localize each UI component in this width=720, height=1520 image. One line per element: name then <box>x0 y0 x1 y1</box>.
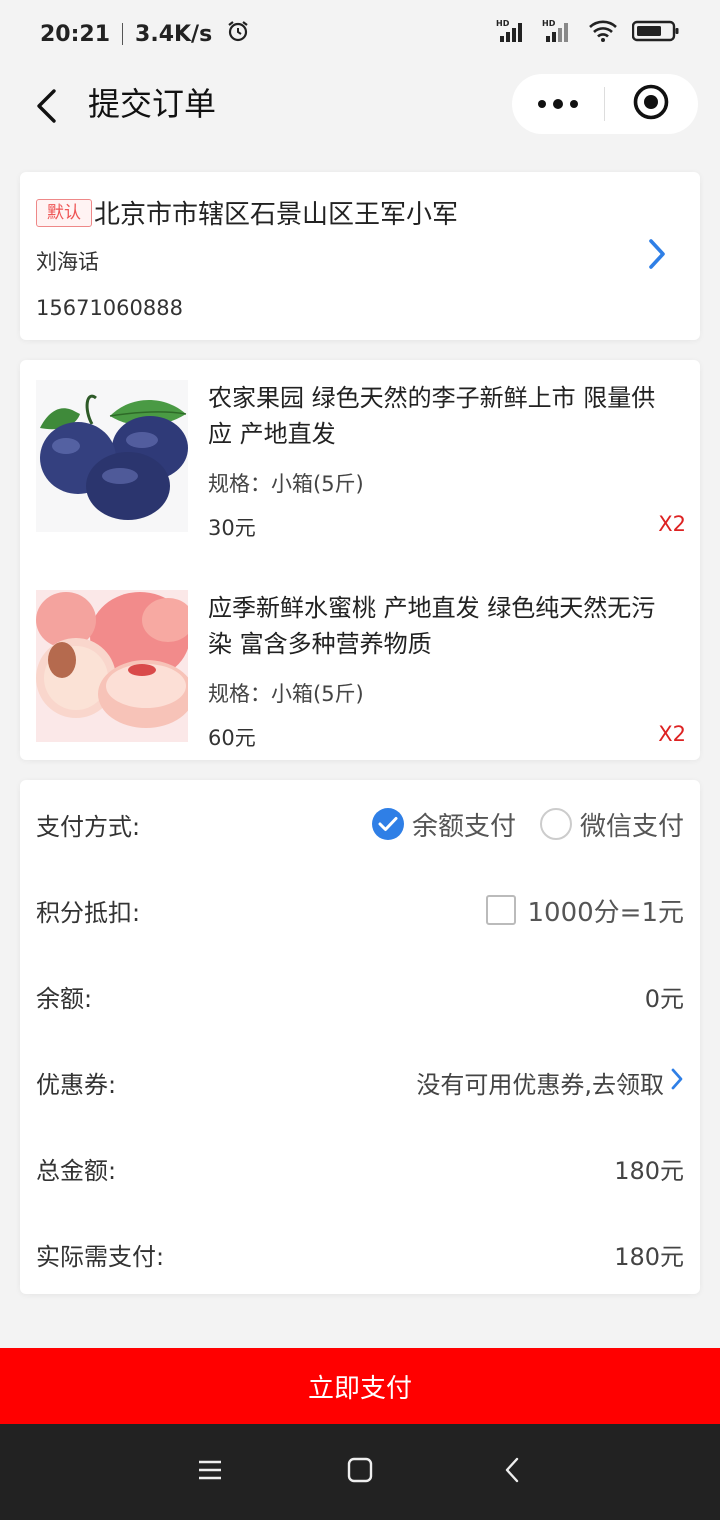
wifi-icon <box>588 19 618 49</box>
recipient-name: 刘海话 <box>36 250 99 274</box>
more-dots-icon <box>538 100 546 108</box>
radio-wechat-label: 微信支付 <box>579 811 684 842</box>
goods-card: 农家果园 绿色天然的李子新鲜上市 限量供应 产地直发 规格：小箱(5斤) 30元… <box>20 360 700 760</box>
points-row: 积分抵扣: 1000分=1元 <box>36 890 684 930</box>
points-rate: 1000分=1元 <box>527 897 685 928</box>
radio-balance-pay[interactable]: 余额支付 <box>371 806 516 843</box>
target-circle-icon <box>632 83 670 125</box>
recipient-phone: 15671060888 <box>36 296 183 320</box>
goods-price: 30元 <box>208 516 256 540</box>
payment-method-options: 余额支付 微信支付 <box>348 806 684 843</box>
mini-program-capsule <box>512 74 698 134</box>
battery-icon <box>631 19 680 49</box>
points-label: 积分抵扣: <box>36 898 141 927</box>
default-badge: 默认 <box>36 198 92 227</box>
balance-value-wrap: 0元 <box>645 979 684 1014</box>
back-button[interactable] <box>28 86 64 130</box>
status-bar: 20:21 3.4K/s HD HD <box>0 0 720 68</box>
home-square-icon <box>347 1457 373 1487</box>
radio-wechat-pay[interactable]: 微信支付 <box>539 806 684 843</box>
balance-row: 余额: 0元 <box>36 976 684 1016</box>
address-line: 默认 北京市市辖区石景山区王军小军 <box>36 194 458 231</box>
nav-bar: 提交订单 <box>0 68 720 148</box>
coupon-label: 优惠券: <box>36 1070 117 1099</box>
coupon-value-wrap: 没有可用优惠券,去领取 <box>416 1065 684 1100</box>
plums-image <box>36 380 188 532</box>
points-checkbox[interactable] <box>485 895 516 925</box>
menu-icon <box>197 1459 223 1485</box>
empty-circle-icon <box>539 808 572 840</box>
total-value-wrap: 180元 <box>614 1151 684 1186</box>
coupon-value: 没有可用优惠券,去领取 <box>416 1070 664 1099</box>
goods-title: 应季新鲜水蜜桃 产地直发 绿色纯天然无污染 富含多种营养物质 <box>208 594 656 658</box>
alarm-icon <box>226 19 250 49</box>
address-text: 北京市市辖区石景山区王军小军 <box>94 200 459 230</box>
status-divider <box>122 23 124 45</box>
balance-label: 余额: <box>36 984 93 1013</box>
more-dots-icon <box>570 100 578 108</box>
chevron-right-icon <box>670 1067 684 1097</box>
actual-pay-value: 180元 <box>614 1242 684 1271</box>
goods-item[interactable]: 农家果园 绿色天然的李子新鲜上市 限量供应 产地直发 规格：小箱(5斤) 30元… <box>36 380 686 540</box>
goods-item[interactable]: 应季新鲜水蜜桃 产地直发 绿色纯天然无污染 富含多种营养物质 规格：小箱(5斤)… <box>36 590 686 750</box>
system-nav-bar <box>0 1424 720 1520</box>
page-title: 提交订单 <box>88 85 217 123</box>
actual-pay-label: 实际需支付: <box>36 1242 165 1271</box>
total-label: 总金额: <box>36 1156 117 1185</box>
goods-spec: 规格：小箱(5斤) <box>208 472 364 496</box>
chevron-left-icon <box>34 88 58 128</box>
payment-method-label: 支付方式: <box>36 812 141 841</box>
goods-spec: 规格：小箱(5斤) <box>208 682 364 706</box>
radio-balance-label: 余额支付 <box>411 811 516 842</box>
home-button[interactable] <box>342 1454 378 1490</box>
actual-pay-row: 实际需支付: 180元 <box>36 1234 684 1274</box>
hd-signal-icon: HD <box>496 18 528 50</box>
status-speed: 3.4K/s <box>135 21 213 47</box>
payment-card: 支付方式: 余额支付 微信支付 积分抵扣: 1000分=1元 余额: 0元 优惠… <box>20 780 700 1294</box>
payment-method-row: 支付方式: 余额支付 微信支付 <box>36 804 684 844</box>
goods-title: 农家果园 绿色天然的李子新鲜上市 限量供应 产地直发 <box>208 384 656 448</box>
points-option[interactable]: 1000分=1元 <box>485 892 685 929</box>
hd-signal-icon: HD <box>542 18 574 50</box>
more-dots-icon <box>553 99 563 109</box>
actual-pay-value-wrap: 180元 <box>614 1237 684 1272</box>
chevron-right-icon[interactable] <box>648 238 666 274</box>
check-circle-icon <box>371 808 404 840</box>
peaches-image <box>36 590 188 742</box>
address-card[interactable]: 默认 北京市市辖区石景山区王军小军 刘海话 15671060888 <box>20 172 700 340</box>
total-value: 180元 <box>614 1156 684 1185</box>
goods-quantity: X2 <box>658 512 686 536</box>
close-mini-program-button[interactable] <box>605 83 697 125</box>
pay-now-button[interactable]: 立即支付 <box>0 1348 720 1424</box>
chevron-left-icon <box>504 1457 520 1487</box>
svg-text:HD: HD <box>542 19 556 28</box>
menu-button[interactable] <box>192 1454 228 1490</box>
system-back-button[interactable] <box>494 1454 530 1490</box>
goods-price: 60元 <box>208 726 256 750</box>
coupon-row[interactable]: 优惠券: 没有可用优惠券,去领取 <box>36 1062 684 1102</box>
balance-value: 0元 <box>644 984 684 1013</box>
svg-text:HD: HD <box>496 19 510 28</box>
more-button[interactable] <box>512 99 604 109</box>
total-row: 总金额: 180元 <box>36 1148 684 1188</box>
status-time: 20:21 <box>40 21 111 47</box>
goods-quantity: X2 <box>658 722 686 746</box>
